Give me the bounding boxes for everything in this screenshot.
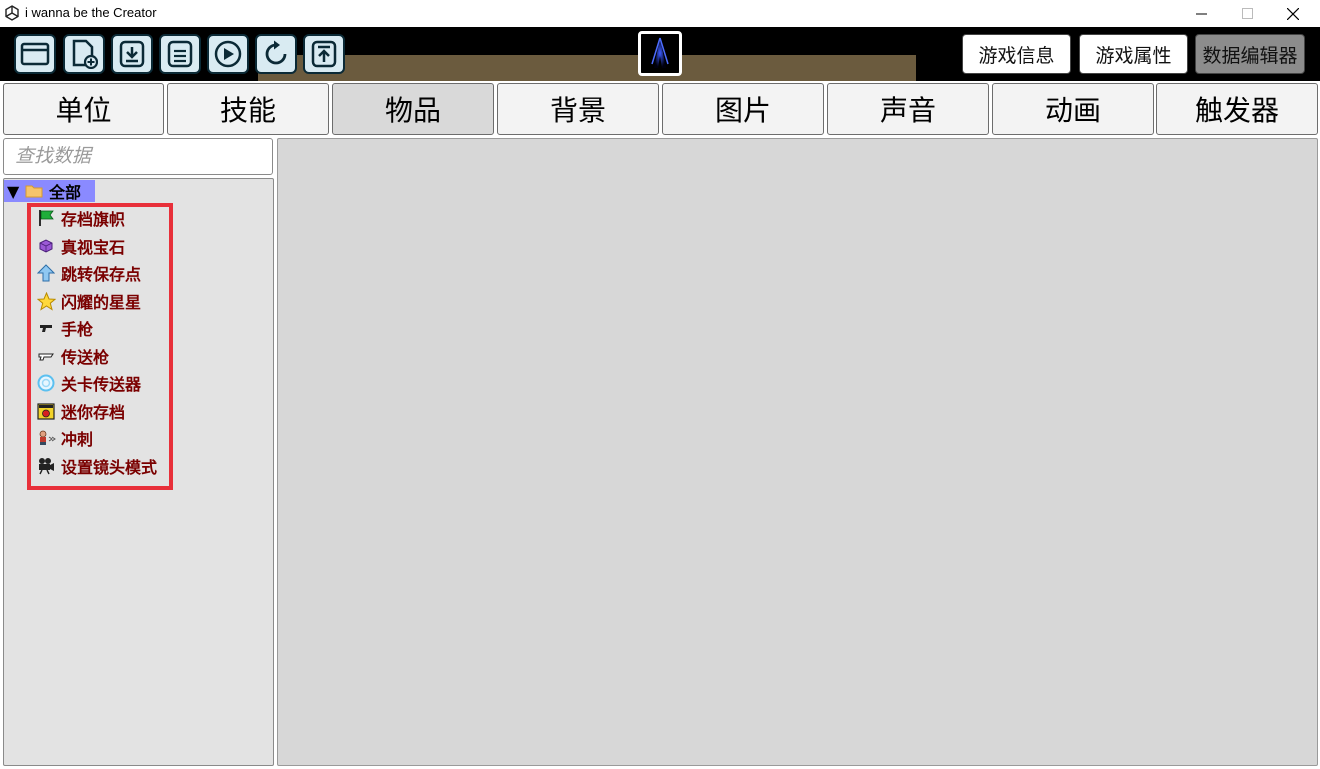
unity-logo-icon <box>5 5 19 21</box>
open-folder-icon <box>20 42 50 66</box>
tab-animations[interactable]: 动画 <box>992 83 1154 135</box>
game-preview-thumbnail[interactable] <box>638 31 682 76</box>
category-tabs: 单位 技能 物品 背景 图片 声音 动画 触发器 <box>0 81 1320 136</box>
annotation-highlight-box <box>27 203 173 490</box>
tab-skills[interactable]: 技能 <box>167 83 329 135</box>
tab-images[interactable]: 图片 <box>662 83 824 135</box>
new-file-icon <box>72 39 98 69</box>
data-editor-button[interactable]: 数据编辑器 <box>1195 34 1305 74</box>
maximize-button[interactable] <box>1224 0 1270 27</box>
game-info-button[interactable]: 游戏信息 <box>962 34 1071 74</box>
title-bar: i wanna be the Creator <box>0 0 1320 27</box>
toolbar-ground-strip <box>258 55 916 81</box>
game-properties-button[interactable]: 游戏属性 <box>1079 34 1188 74</box>
folder-icon <box>25 185 43 198</box>
download-icon <box>119 40 145 68</box>
minimize-button[interactable] <box>1178 0 1224 27</box>
expand-triangle-icon[interactable]: ▼ <box>7 182 25 201</box>
upload-icon <box>311 40 337 68</box>
tab-sounds[interactable]: 声音 <box>827 83 989 135</box>
save-button[interactable] <box>159 34 201 74</box>
save-icon <box>167 40 193 68</box>
tab-units[interactable]: 单位 <box>3 83 164 135</box>
new-button[interactable] <box>63 34 105 74</box>
window-title: i wanna be the Creator <box>25 5 157 20</box>
tab-backgrounds[interactable]: 背景 <box>497 83 659 135</box>
upload-button[interactable] <box>303 34 345 74</box>
kid-silhouette-icon <box>641 34 679 73</box>
refresh-button[interactable] <box>255 34 297 74</box>
tab-triggers[interactable]: 触发器 <box>1156 83 1318 135</box>
maximize-icon <box>1241 8 1253 19</box>
minimize-icon <box>1195 13 1207 15</box>
tab-items[interactable]: 物品 <box>332 83 494 135</box>
close-button[interactable] <box>1270 0 1316 27</box>
refresh-icon <box>265 40 287 65</box>
data-editor-content-area[interactable] <box>277 138 1318 766</box>
play-icon <box>214 40 242 68</box>
play-button[interactable] <box>207 34 249 74</box>
import-button[interactable] <box>111 34 153 74</box>
tree-root-all[interactable]: ▼ 全部 <box>4 180 95 202</box>
search-input[interactable]: 查找数据 <box>3 138 273 175</box>
tree-root-label: 全部 <box>49 183 82 202</box>
close-icon <box>1287 7 1299 20</box>
open-button[interactable] <box>14 34 56 74</box>
